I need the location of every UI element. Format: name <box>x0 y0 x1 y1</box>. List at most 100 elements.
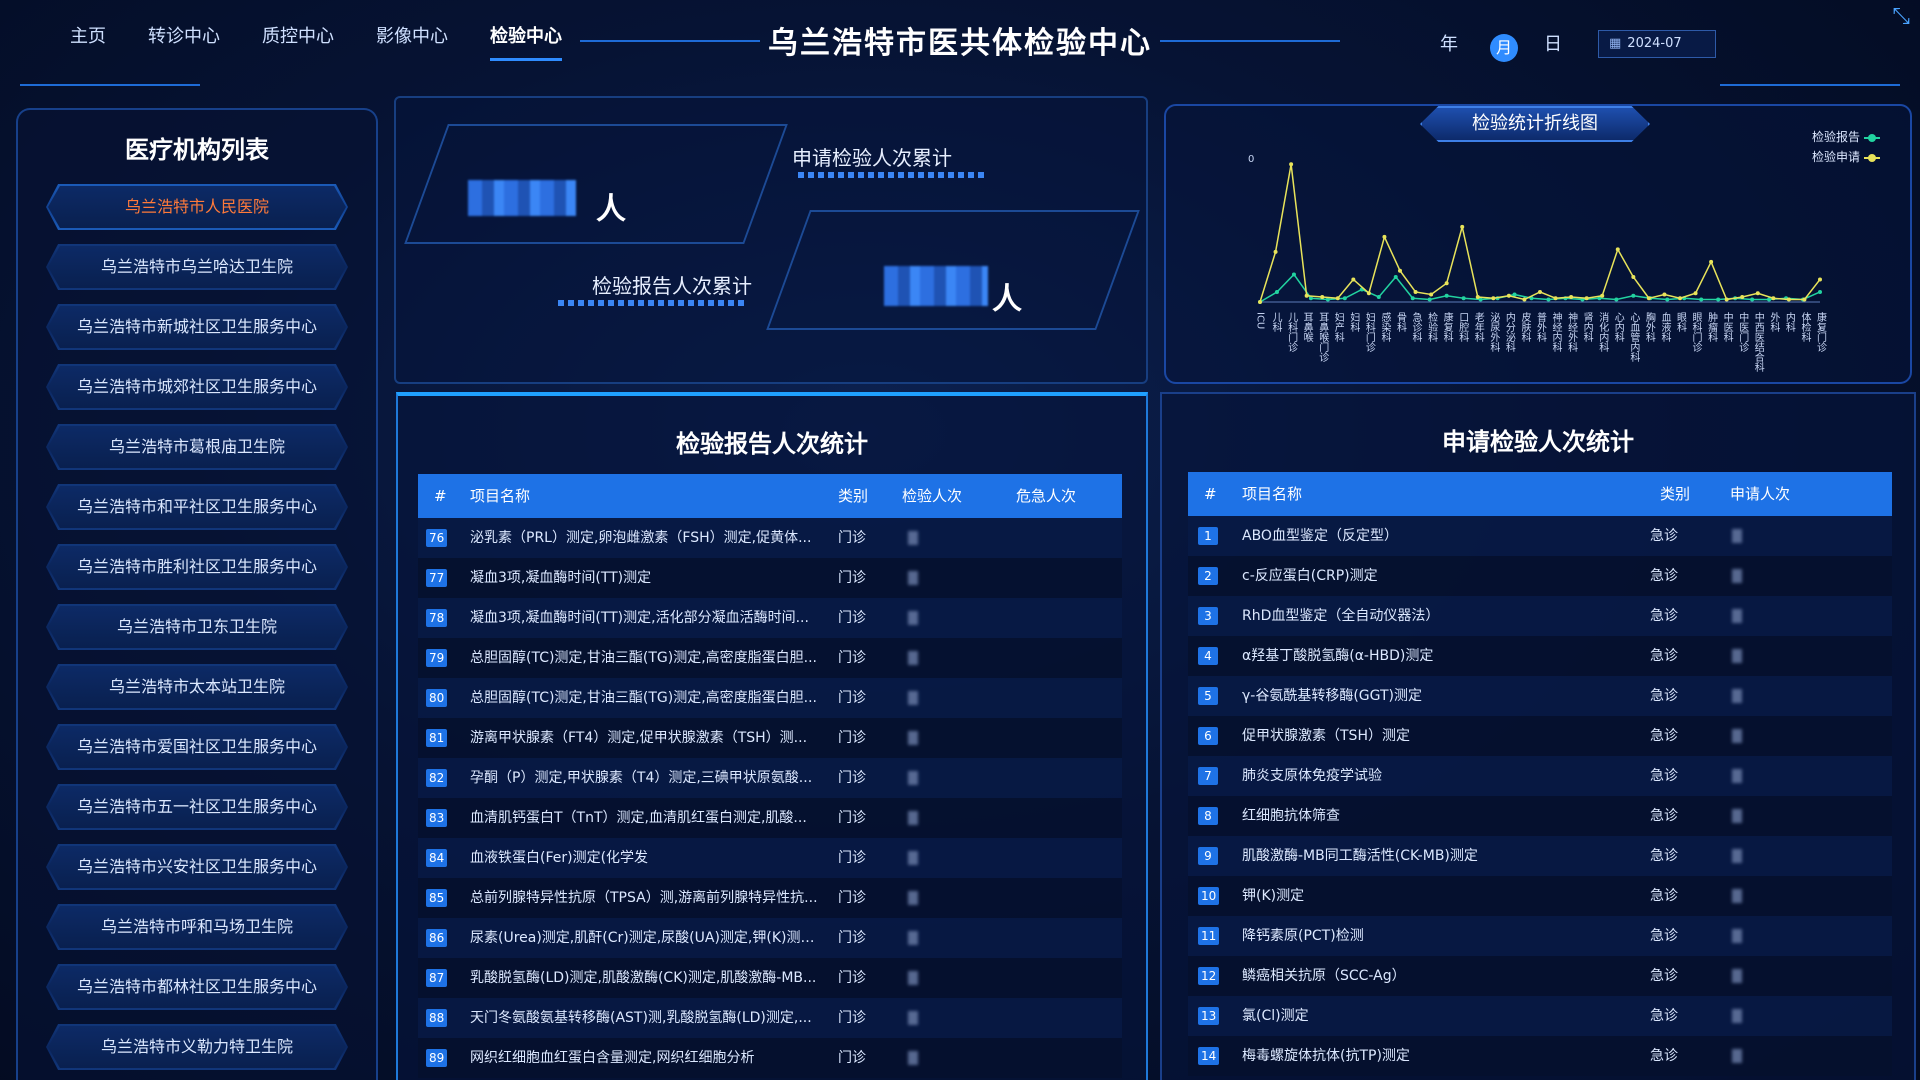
report-row-index-cell: 78 <box>426 598 448 638</box>
report-table-row[interactable]: 77 凝血3项,凝血酶时间(TT)测定 门诊 <box>418 558 1122 598</box>
fullscreen-icon[interactable]: ⤡ <box>1892 4 1910 29</box>
apply-table-row[interactable]: 9 肌酸激酶-MB同工酶活性(CK-MB)测定 急诊 <box>1188 836 1892 876</box>
apply-table-row[interactable]: 12 鳞癌相关抗原（SCC-Ag） 急诊 <box>1188 956 1892 996</box>
apply-table-row[interactable]: 11 降钙素原(PCT)检测 急诊 <box>1188 916 1892 956</box>
apply-col-name: 项目名称 <box>1242 485 1303 503</box>
apply-table-row[interactable]: 7 肺炎支原体免疫学试验 急诊 <box>1188 756 1892 796</box>
apply-total-deco <box>798 172 988 178</box>
report-table-row[interactable]: 89 网织红细胞血红蛋白含量测定,网织红细胞分析 门诊 <box>418 1038 1122 1078</box>
period-month-button[interactable]: 月 <box>1490 34 1518 62</box>
series-point-0 <box>1818 289 1822 294</box>
series-point-1 <box>1289 162 1294 167</box>
apply-row-type: 急诊 <box>1650 568 1678 584</box>
institution-item[interactable]: 乌兰浩特市乌兰哈达卫生院 <box>46 244 348 290</box>
report-row-count <box>908 1051 918 1065</box>
apply-row-index: 5 <box>1198 687 1218 705</box>
x-tick-label: 儿科门诊 <box>1286 312 1298 353</box>
series-point-1 <box>1662 292 1667 297</box>
report-table-row[interactable]: 80 总胆固醇(TC)测定,甘油三酯(TG)测定,高密度脂蛋白胆... 门诊 <box>418 678 1122 718</box>
series-point-1 <box>1522 297 1527 302</box>
apply-row-index: 4 <box>1198 647 1218 665</box>
apply-table-row[interactable]: 8 红细胞抗体筛查 急诊 <box>1188 796 1892 836</box>
report-row-name: 凝血3项,凝血酶时间(TT)测定 <box>470 570 652 586</box>
report-table-row[interactable]: 76 泌乳素（PRL）测定,卵泡雌激素（FSH）测定,促黄体... 门诊 <box>418 518 1122 558</box>
apply-row-index: 7 <box>1198 767 1218 785</box>
apply-table-row[interactable]: 3 RhD血型鉴定（全自动仪器法） 急诊 <box>1188 596 1892 636</box>
x-tick-label: 耳鼻喉门诊 <box>1317 312 1329 363</box>
series-point-0 <box>1410 296 1415 301</box>
institution-item[interactable]: 乌兰浩特市葛根庙卫生院 <box>46 424 348 470</box>
institution-item[interactable]: 乌兰浩特市都林社区卫生服务中心 <box>46 964 348 1010</box>
report-row-type: 门诊 <box>838 530 866 546</box>
report-row-index-cell: 84 <box>426 838 448 878</box>
x-tick-label: 神经内科 <box>1550 311 1562 353</box>
period-year-button[interactable]: 年 <box>1440 30 1458 56</box>
report-table-row[interactable]: 86 尿素(Urea)测定,肌酐(Cr)测定,尿酸(UA)测定,钾(K)测定...… <box>418 918 1122 958</box>
report-table-row[interactable]: 83 血清肌钙蛋白T（TnT）测定,血清肌红蛋白测定,肌酸... 门诊 <box>418 798 1122 838</box>
institution-item[interactable]: 乌兰浩特市和平社区卫生服务中心 <box>46 484 348 530</box>
institution-item[interactable]: 乌兰浩特市呼和马场卫生院 <box>46 904 348 950</box>
report-row-index: 87 <box>426 969 448 987</box>
institution-item[interactable]: 乌兰浩特市卫东卫生院 <box>46 604 348 650</box>
institution-item[interactable]: 乌兰浩特市人民医院 <box>46 184 348 230</box>
report-table-row[interactable]: 85 总前列腺特异性抗原（TPSA）测,游离前列腺特异性抗... 门诊 <box>418 878 1122 918</box>
x-tick-label: 康复门诊 <box>1815 311 1827 353</box>
series-point-1 <box>1460 224 1465 229</box>
apply-row-type: 急诊 <box>1650 688 1678 704</box>
apply-table-row[interactable]: 4 α羟基丁酸脱氢酶(α-HBD)测定 急诊 <box>1188 636 1892 676</box>
apply-row-index-cell: 3 <box>1198 596 1218 636</box>
apply-row-count <box>1732 729 1742 743</box>
totals-panel: 人 申请检验人次累计 检验报告人次累计 人 <box>394 96 1148 384</box>
institution-item[interactable]: 乌兰浩特市新城社区卫生服务中心 <box>46 304 348 350</box>
series-point-1 <box>1398 268 1402 273</box>
report-table-row[interactable]: 87 乳酸脱氢酶(LD)测定,肌酸激酶(CK)测定,肌酸激酶-MB... 门诊 <box>418 958 1122 998</box>
apply-table-row[interactable]: 14 梅毒螺旋体抗体(抗TP)测定 急诊 <box>1188 1036 1892 1076</box>
report-row-count <box>908 731 918 745</box>
series-point-1 <box>1382 234 1387 239</box>
apply-row-count <box>1732 529 1742 543</box>
series-point-0 <box>1631 293 1636 298</box>
apply-row-name: 钾(K)测定 <box>1242 888 1305 904</box>
institution-item[interactable]: 乌兰浩特市太本站卫生院 <box>46 664 348 710</box>
institution-item[interactable]: 乌兰浩特市兴安社区卫生服务中心 <box>46 844 348 890</box>
apply-row-index-cell: 9 <box>1198 836 1218 876</box>
series-point-1 <box>1584 296 1589 301</box>
apply-row-name: 梅毒螺旋体抗体(抗TP)测定 <box>1242 1048 1410 1064</box>
apply-row-index-cell: 6 <box>1198 716 1218 756</box>
apply-table-row[interactable]: 13 氯(Cl)测定 急诊 <box>1188 996 1892 1036</box>
report-table-row[interactable]: 79 总胆固醇(TC)测定,甘油三酯(TG)测定,高密度脂蛋白胆... 门诊 <box>418 638 1122 678</box>
report-row-index: 84 <box>426 849 448 867</box>
report-row-type: 门诊 <box>838 850 866 866</box>
apply-table-row[interactable]: 5 γ-谷氨酰基转移酶(GGT)测定 急诊 <box>1188 676 1892 716</box>
apply-table-row[interactable]: 6 促甲状腺激素（TSH）测定 急诊 <box>1188 716 1892 756</box>
x-tick-label: 消化内科 <box>1597 311 1609 353</box>
institution-item[interactable]: 乌兰浩特市城郊社区卫生服务中心 <box>46 364 348 410</box>
report-row-index-cell: 80 <box>426 678 448 718</box>
date-picker[interactable]: ▦ 2024-07 <box>1598 30 1716 58</box>
period-day-button[interactable]: 日 <box>1544 30 1562 56</box>
report-table-row[interactable]: 81 游离甲状腺素（FT4）测定,促甲状腺激素（TSH）测... 门诊 <box>418 718 1122 758</box>
apply-table-row[interactable]: 10 钾(K)测定 急诊 <box>1188 876 1892 916</box>
institution-item[interactable]: 乌兰浩特市爱国社区卫生服务中心 <box>46 724 348 770</box>
report-table-row[interactable]: 78 凝血3项,凝血酶时间(TT)测定,活化部分凝血活酶时间... 门诊 <box>418 598 1122 638</box>
report-table-row[interactable]: 84 血液铁蛋白(Fer)测定(化学发 门诊 <box>418 838 1122 878</box>
institution-item[interactable]: 乌兰浩特市五一社区卫生服务中心 <box>46 784 348 830</box>
apply-table-row[interactable]: 2 c-反应蛋白(CRP)测定 急诊 <box>1188 556 1892 596</box>
x-tick-label: 妇科 <box>1348 311 1360 333</box>
institution-item[interactable]: 乌兰浩特市义勒力特卫生院 <box>46 1024 348 1070</box>
series-point-1 <box>1740 294 1745 299</box>
x-tick-label: 眼科 <box>1675 312 1687 333</box>
report-total-unit: 人 <box>992 282 1022 317</box>
apply-row-index: 13 <box>1198 1007 1220 1025</box>
series-point-1 <box>1491 296 1496 301</box>
apply-col-type: 类别 <box>1660 485 1691 503</box>
apply-row-name: α羟基丁酸脱氢酶(α-HBD)测定 <box>1242 648 1434 664</box>
report-table-row[interactable]: 82 孕酮（P）测定,甲状腺素（T4）测定,三碘甲状原氨酸... 门诊 <box>418 758 1122 798</box>
series-point-1 <box>1538 289 1542 294</box>
institution-item[interactable]: 乌兰浩特市胜利社区卫生服务中心 <box>46 544 348 590</box>
report-row-index-cell: 87 <box>426 958 448 998</box>
apply-row-index-cell: 8 <box>1198 796 1218 836</box>
apply-table-row[interactable]: 1 ABO血型鉴定（反定型） 急诊 <box>1188 516 1892 556</box>
report-table-row[interactable]: 88 天门冬氨酸氨基转移酶(AST)测,乳酸脱氢酶(LD)测定,... 门诊 <box>418 998 1122 1038</box>
report-row-name: 总前列腺特异性抗原（TPSA）测,游离前列腺特异性抗... <box>470 890 818 906</box>
